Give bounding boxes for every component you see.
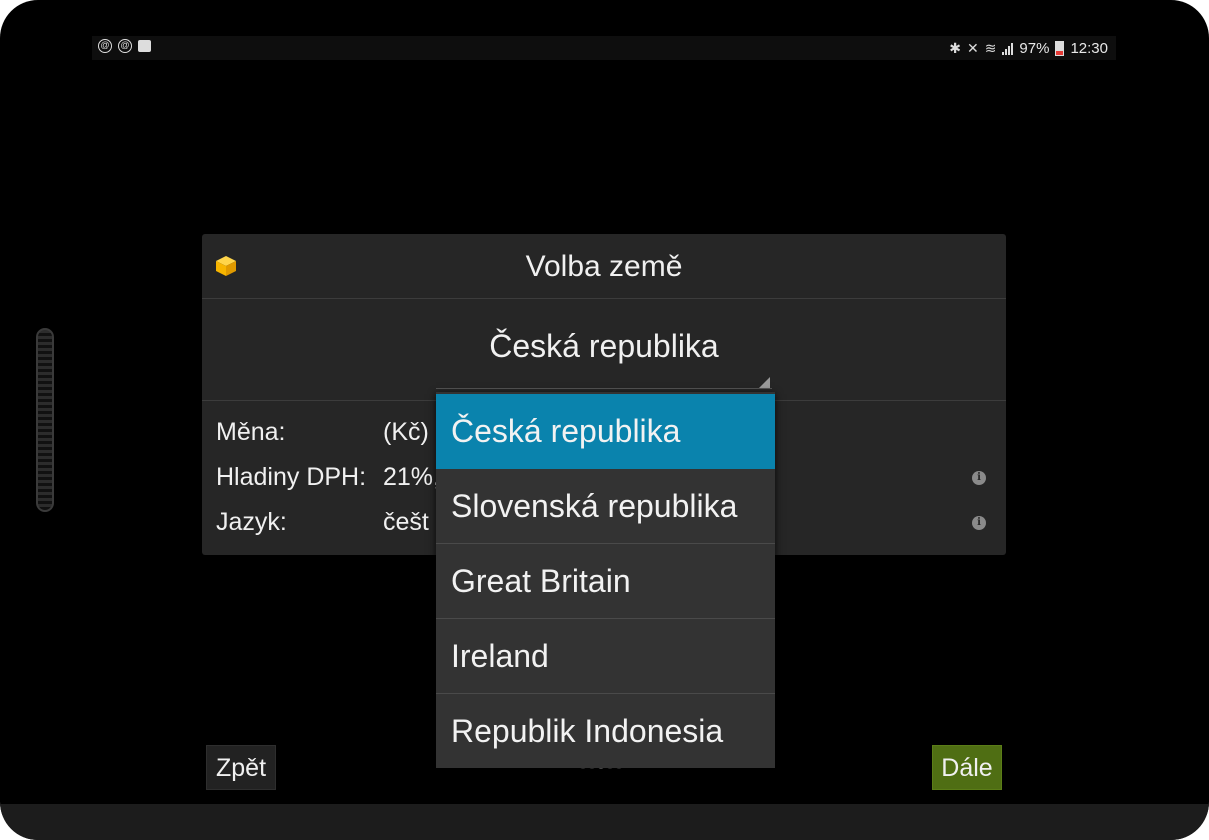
mute-icon: ✕ xyxy=(966,39,979,56)
screen: @ @ ✱ ✕ ≋ 97% 12:30 Volba země Česká rep… xyxy=(92,36,1116,804)
clock: 12:30 xyxy=(1070,39,1108,57)
language-value: češt xyxy=(383,508,429,536)
next-button[interactable]: Dále xyxy=(932,745,1002,790)
dialog-title: Volba země xyxy=(525,250,683,283)
wifi-icon: ≋ xyxy=(984,39,997,56)
dialog-header: Volba země xyxy=(202,234,1006,299)
clipboard-icon xyxy=(138,40,151,52)
country-spinner[interactable]: Česká republika xyxy=(202,299,1006,401)
back-button[interactable]: Zpět xyxy=(206,745,276,790)
country-dropdown: Česká republika Slovenská republika Grea… xyxy=(436,392,775,768)
spinner-arrow-icon xyxy=(759,377,770,388)
dropdown-item-great-britain[interactable]: Great Britain xyxy=(436,544,775,619)
language-label: Jazyk: xyxy=(216,508,287,536)
dropdown-item-republik-indonesia[interactable]: Republik Indonesia xyxy=(436,694,775,769)
vat-label: Hladiny DPH: xyxy=(216,463,367,491)
notification-icon: @ xyxy=(98,39,112,53)
signal-icon xyxy=(1002,41,1014,55)
spinner-value: Česká republika xyxy=(489,328,719,364)
dropdown-item-ceska-republika[interactable]: Česká republika xyxy=(436,394,775,469)
dropdown-item-slovenska-republika[interactable]: Slovenská republika xyxy=(436,469,775,544)
device-bezel xyxy=(0,804,1209,840)
vat-value: 21%, xyxy=(383,463,440,491)
battery-icon xyxy=(1055,40,1065,56)
home-button[interactable] xyxy=(36,328,54,512)
spinner-underline xyxy=(436,388,772,389)
currency-label: Měna: xyxy=(216,418,286,446)
bluetooth-icon: ✱ xyxy=(949,39,961,56)
battery-percent: 97% xyxy=(1019,39,1050,57)
dropdown-item-ireland[interactable]: Ireland xyxy=(436,619,775,694)
info-icon[interactable]: i xyxy=(972,471,986,485)
tablet-device: @ @ ✱ ✕ ≋ 97% 12:30 Volba země Česká rep… xyxy=(0,0,1209,840)
status-bar: @ @ ✱ ✕ ≋ 97% 12:30 xyxy=(92,36,1116,60)
currency-value: (Kč) xyxy=(383,418,429,446)
info-icon[interactable]: i xyxy=(972,516,986,530)
notification-icon: @ xyxy=(118,39,132,53)
